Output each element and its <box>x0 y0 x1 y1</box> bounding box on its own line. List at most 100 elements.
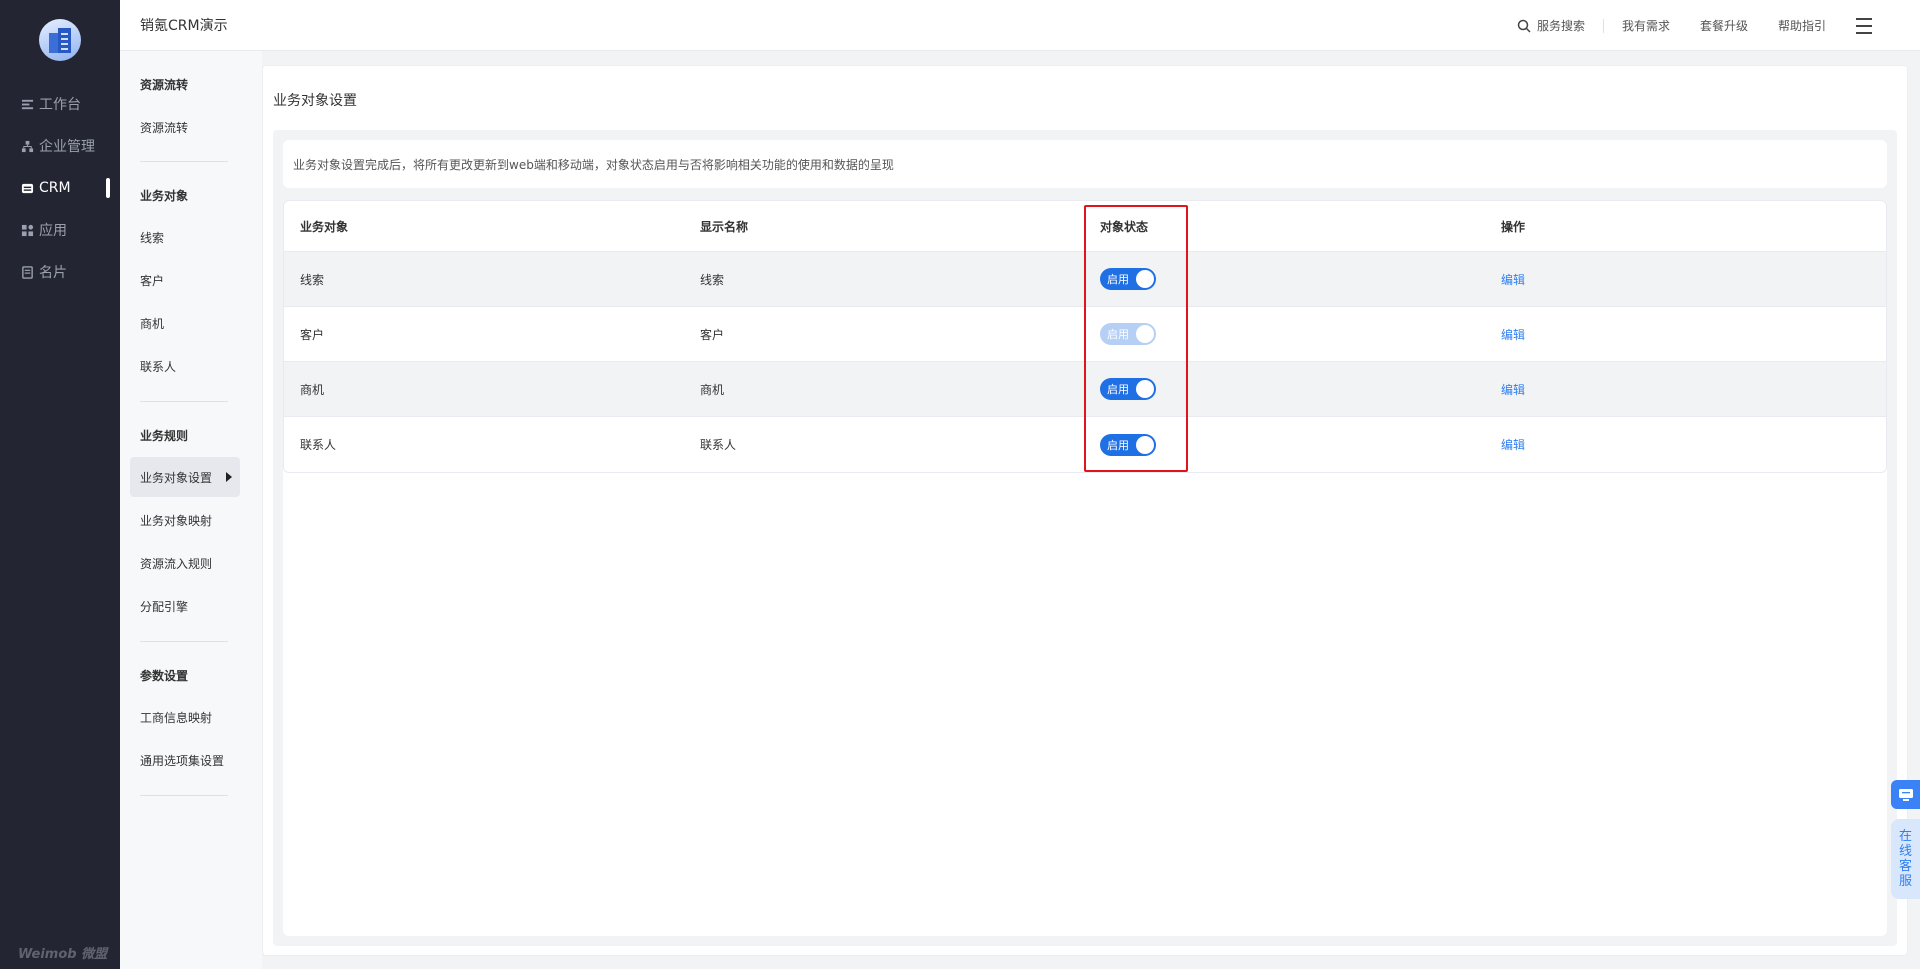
divider <box>140 401 228 402</box>
status-cell: 启用 <box>1100 362 1156 416</box>
active-indicator <box>106 178 110 198</box>
nav-item-workbench[interactable]: 工作台 <box>0 92 120 116</box>
nav-item-label: 名片 <box>39 265 67 281</box>
object-name: 联系人 <box>300 438 337 452</box>
status-toggle[interactable]: 启用 <box>1100 268 1156 290</box>
object-name: 线索 <box>300 272 325 287</box>
online-service-button[interactable]: 在 线 客 服 <box>1891 819 1920 899</box>
tip-text: 业务对象设置完成后，将所有更改更新到web端和移动端，对象状态启用与否将影响相关… <box>293 157 894 172</box>
object-name: 客户 <box>300 327 325 342</box>
nav-item-label: 应用 <box>39 223 67 239</box>
nav-item-apps[interactable]: 应用 <box>0 218 120 242</box>
table-row: 客户 客户 启用 编辑 <box>284 307 1886 362</box>
object-name: 商机 <box>300 382 325 397</box>
my-needs-link[interactable]: 我有需求 <box>1622 17 1670 34</box>
caret-right-icon <box>226 472 232 482</box>
toggle-knob <box>1136 270 1154 288</box>
nav-item-crm[interactable]: CRM <box>0 176 120 200</box>
table-header-row: 业务对象 显示名称 对象状态 操作 <box>284 201 1886 252</box>
table-row: 商机 商机 启用 编辑 <box>284 362 1886 417</box>
table-row: 联系人 联系人 启用 编辑 <box>284 417 1886 472</box>
chat-icon <box>1898 788 1913 801</box>
brand-logo: Weimob 微盟 <box>18 947 108 962</box>
status-toggle[interactable]: 启用 <box>1100 433 1156 456</box>
divider <box>140 795 228 796</box>
subnav-item-label: 业务对象设置 <box>140 470 213 485</box>
display-name: 线索 <box>700 272 725 287</box>
service-search-button[interactable]: 服务搜索 <box>1517 17 1585 34</box>
toggle-label: 启用 <box>1107 273 1129 286</box>
subnav-group-title: 业务对象 <box>140 189 189 203</box>
display-name: 商机 <box>700 382 725 397</box>
subnav-item-object-mapping[interactable]: 业务对象映射 <box>130 500 240 540</box>
main-nav: 工作台 企业管理 CRM 应用 名片 Weimob 微盟 <box>0 0 120 969</box>
page-title: 业务对象设置 <box>273 93 357 109</box>
toggle-knob <box>1136 435 1154 454</box>
column-header: 显示名称 <box>700 219 749 234</box>
nav-item-label: 工作台 <box>39 97 81 113</box>
content-panel: 业务对象设置完成后，将所有更改更新到web端和移动端，对象状态启用与否将影响相关… <box>273 130 1897 946</box>
service-search-label: 服务搜索 <box>1536 19 1585 33</box>
status-toggle: 启用 <box>1100 323 1156 345</box>
subnav-item-business-info-mapping[interactable]: 工商信息映射 <box>130 697 240 737</box>
table-row: 线索 线索 启用 编辑 <box>284 252 1886 307</box>
subnav-item-resource-flow[interactable]: 资源流转 <box>130 107 240 147</box>
nav-item-label: CRM <box>39 180 71 196</box>
hamburger-menu-icon[interactable] <box>1856 16 1886 36</box>
subnav-item-inflow-rules[interactable]: 资源流入规则 <box>130 543 240 583</box>
status-cell: 启用 <box>1100 307 1156 361</box>
toggle-label: 启用 <box>1107 438 1129 452</box>
toggle-label: 启用 <box>1107 328 1129 341</box>
subnav-item-object-settings[interactable]: 业务对象设置 <box>130 457 240 497</box>
dashboard-icon <box>20 97 34 111</box>
content-card: 业务对象设置 业务对象设置完成后，将所有更改更新到web端和移动端，对象状态启用… <box>262 65 1908 956</box>
edit-link[interactable]: 编辑 <box>1501 417 1525 472</box>
toggle-knob <box>1136 325 1154 343</box>
edit-link[interactable]: 编辑 <box>1501 252 1525 306</box>
subnav-item-contacts[interactable]: 联系人 <box>130 346 240 386</box>
service-char: 客 <box>1898 859 1912 874</box>
column-header: 业务对象 <box>300 219 349 234</box>
chat-button[interactable] <box>1891 780 1920 809</box>
service-char: 在 <box>1898 829 1912 844</box>
status-toggle[interactable]: 启用 <box>1100 378 1156 400</box>
search-icon <box>1517 19 1531 33</box>
help-link[interactable]: 帮助指引 <box>1778 17 1826 34</box>
subnav-item-customers[interactable]: 客户 <box>130 260 240 300</box>
nav-item-enterprise[interactable]: 企业管理 <box>0 134 120 158</box>
app-logo[interactable] <box>39 19 81 61</box>
service-char: 服 <box>1898 874 1912 889</box>
crm-icon <box>20 181 34 195</box>
apps-icon <box>20 223 34 237</box>
subnav-item-option-sets[interactable]: 通用选项集设置 <box>130 740 240 780</box>
subnav-item-leads[interactable]: 线索 <box>130 217 240 257</box>
nav-item-label: 企业管理 <box>39 139 95 155</box>
nav-item-card[interactable]: 名片 <box>0 260 120 284</box>
upgrade-link[interactable]: 套餐升级 <box>1700 17 1748 34</box>
display-name: 客户 <box>700 327 725 342</box>
card-icon <box>20 265 34 279</box>
subnav-group-title: 资源流转 <box>140 78 189 92</box>
divider <box>140 161 228 162</box>
column-header: 对象状态 <box>1100 219 1149 234</box>
table-container: 业务对象 显示名称 对象状态 操作 线索 线索 启用 编辑 客户 客户 启用 编… <box>283 200 1887 936</box>
subnav-group-title: 业务规则 <box>140 429 189 443</box>
status-cell: 启用 <box>1100 252 1156 306</box>
top-bar: 销氪CRM演示 服务搜索 我有需求 套餐升级 帮助指引 <box>120 0 1920 51</box>
subnav-item-opportunities[interactable]: 商机 <box>130 303 240 343</box>
subnav-item-assignment-engine[interactable]: 分配引擎 <box>130 586 240 626</box>
divider <box>1602 18 1604 33</box>
service-char: 线 <box>1898 844 1912 859</box>
top-actions: 服务搜索 我有需求 套餐升级 帮助指引 <box>1517 0 1920 51</box>
status-cell: 启用 <box>1100 417 1156 472</box>
edit-link[interactable]: 编辑 <box>1501 362 1525 416</box>
subnav-group-title: 参数设置 <box>140 669 189 683</box>
edit-link[interactable]: 编辑 <box>1501 307 1525 361</box>
divider <box>140 641 228 642</box>
info-tip: 业务对象设置完成后，将所有更改更新到web端和移动端，对象状态启用与否将影响相关… <box>283 140 1887 188</box>
org-chart-icon <box>20 139 34 153</box>
display-name: 联系人 <box>700 438 737 452</box>
toggle-knob <box>1136 380 1154 398</box>
column-header: 操作 <box>1501 219 1526 234</box>
toggle-label: 启用 <box>1107 383 1129 396</box>
